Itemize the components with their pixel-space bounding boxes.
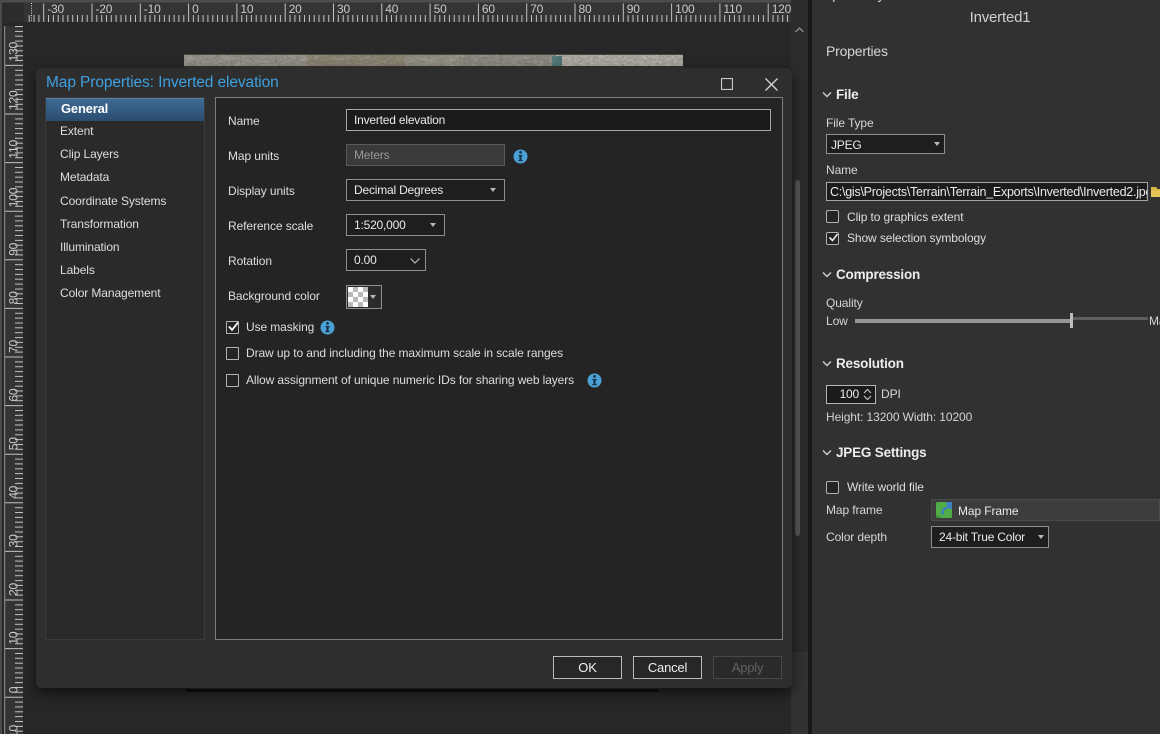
svg-text:60: 60 xyxy=(482,2,495,16)
svg-text:110: 110 xyxy=(723,2,742,16)
svg-text:30: 30 xyxy=(337,2,350,16)
svg-text:70: 70 xyxy=(530,2,543,16)
svg-text:120: 120 xyxy=(7,90,21,110)
svg-text:120: 120 xyxy=(772,2,791,16)
svg-text:60: 60 xyxy=(7,388,21,401)
svg-text:50: 50 xyxy=(434,2,447,16)
svg-text:20: 20 xyxy=(7,583,21,596)
svg-text:80: 80 xyxy=(579,2,592,16)
svg-text:0: 0 xyxy=(7,686,21,693)
svg-text:70: 70 xyxy=(7,340,21,353)
svg-text:-10: -10 xyxy=(144,2,161,16)
svg-text:0: 0 xyxy=(192,2,199,16)
svg-text:130: 130 xyxy=(7,41,21,61)
svg-text:10: 10 xyxy=(240,2,253,16)
svg-text:80: 80 xyxy=(7,291,21,304)
svg-text:90: 90 xyxy=(7,242,21,255)
svg-text:20: 20 xyxy=(289,2,302,16)
svg-text:-20: -20 xyxy=(96,2,113,16)
svg-text:40: 40 xyxy=(385,2,398,16)
svg-text:30: 30 xyxy=(7,534,21,547)
svg-text:110: 110 xyxy=(7,140,21,159)
svg-text:-30: -30 xyxy=(47,2,64,16)
svg-text:100: 100 xyxy=(675,2,695,16)
svg-text:10: 10 xyxy=(7,631,21,644)
svg-text:-10: -10 xyxy=(7,725,21,734)
svg-text:50: 50 xyxy=(7,437,21,450)
svg-text:40: 40 xyxy=(7,485,21,498)
svg-text:100: 100 xyxy=(7,187,21,207)
svg-text:90: 90 xyxy=(627,2,640,16)
